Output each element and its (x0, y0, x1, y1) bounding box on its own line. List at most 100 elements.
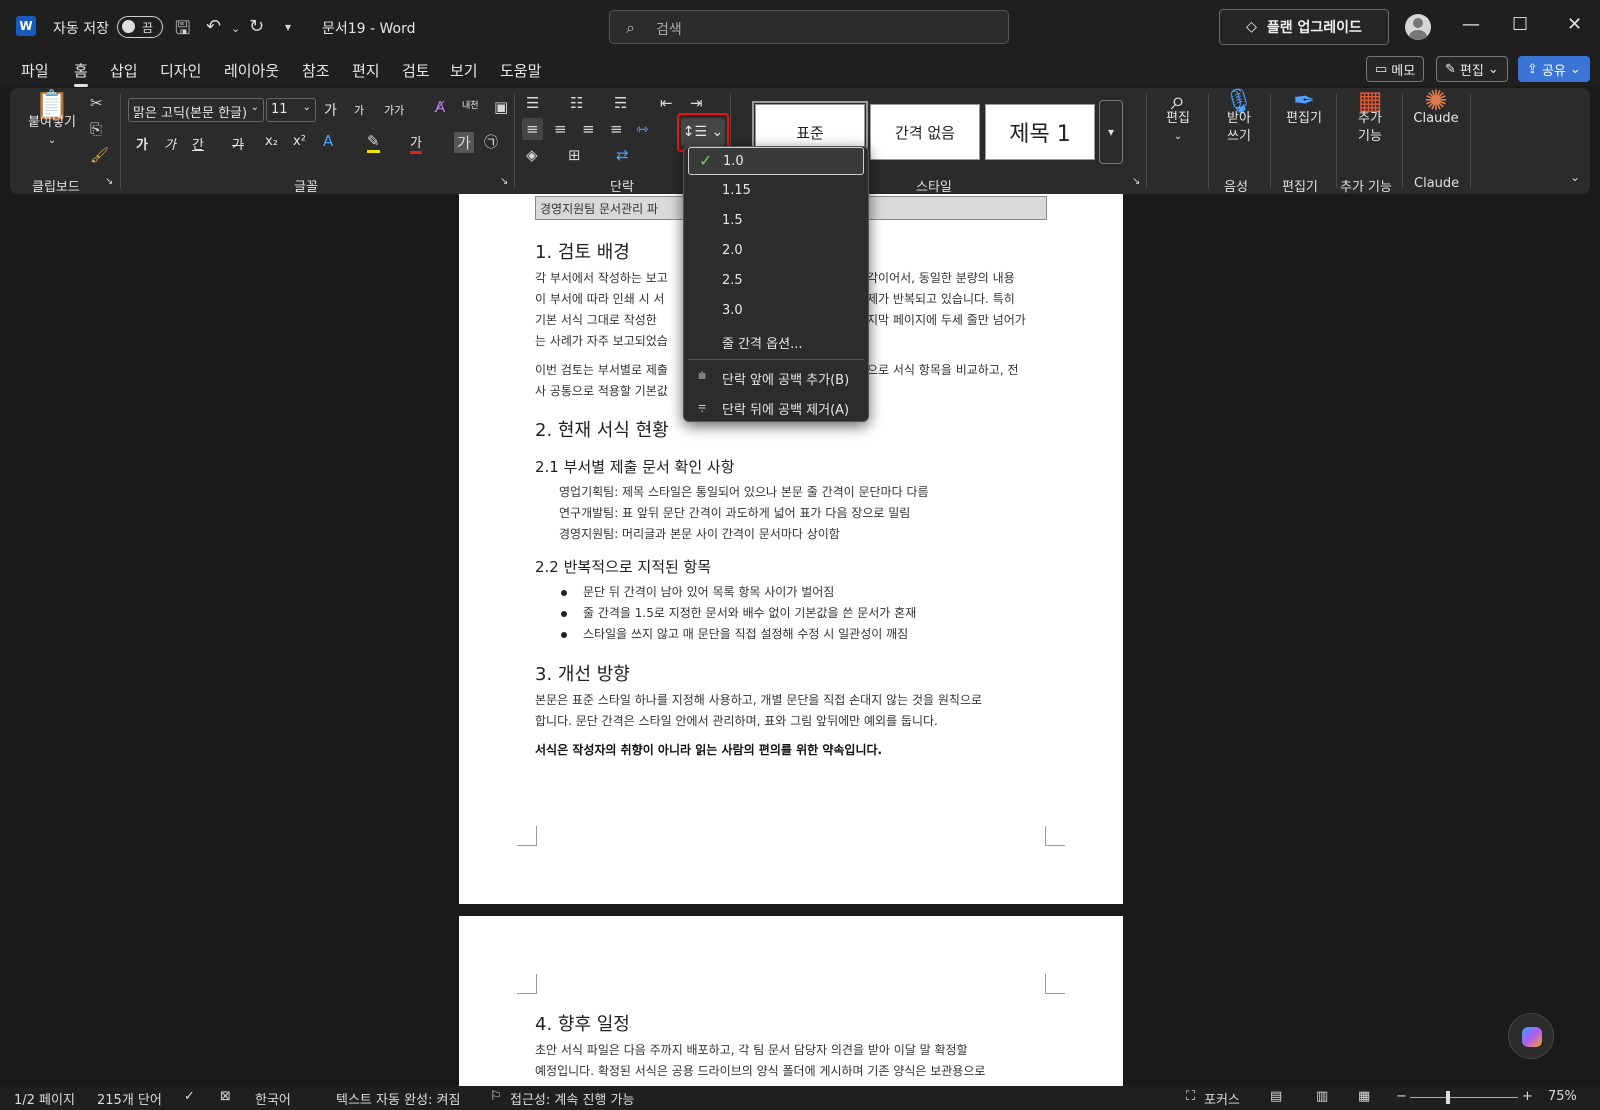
tab-view[interactable]: 보기 (450, 60, 478, 81)
editor-button[interactable]: ✒ 편집기 (1276, 88, 1332, 128)
document-page-2[interactable]: 4. 향후 일정 초안 서식 파일은 다음 주까지 배포하고, 각 팀 문서 담… (459, 916, 1123, 1086)
read-mode-icon[interactable]: ▤ (1270, 1089, 1282, 1104)
strikethrough-button[interactable]: 가 (232, 134, 244, 153)
subscript-button[interactable]: x₂ (265, 134, 278, 149)
char-shading-icon[interactable]: 가 (454, 132, 474, 153)
zoom-slider-thumb[interactable] (1446, 1091, 1450, 1104)
align-left-icon[interactable]: ≡ (522, 118, 543, 140)
copilot-button[interactable] (1508, 1013, 1554, 1059)
zoom-slider-track[interactable] (1410, 1097, 1518, 1098)
word-count[interactable]: 215개 단어 (97, 1089, 162, 1108)
line-spacing-option-1-5[interactable]: 1.5 (688, 207, 864, 235)
addins-button[interactable]: ▦ 추가 기능 (1344, 88, 1396, 146)
undo-icon[interactable]: ↶ (206, 16, 221, 37)
comments-button[interactable]: ▭ 메모 (1366, 56, 1425, 82)
focus-mode[interactable]: 포커스 (1204, 1089, 1240, 1108)
line-spacing-option-3-0[interactable]: 3.0 (688, 297, 864, 325)
copy-icon[interactable]: ⎘ (90, 120, 102, 138)
accessibility-status[interactable]: 접근성: 계속 진행 가능 (510, 1089, 634, 1108)
tab-mailings[interactable]: 편지 (352, 60, 380, 81)
shading-icon[interactable]: ◈ (526, 146, 538, 164)
bullets-icon[interactable]: ☰ (526, 94, 539, 112)
autosave-toggle[interactable]: 끔 (117, 16, 163, 38)
highlight-color-icon[interactable]: ✎ (367, 132, 380, 153)
print-layout-icon[interactable]: ▥ (1316, 1089, 1328, 1104)
font-color-button[interactable]: 가 (410, 132, 422, 154)
paste-button[interactable]: 📋 붙여넣기 ⌄ (24, 91, 80, 150)
line-spacing-option-1-0[interactable]: ✓ 1.0 (688, 147, 864, 175)
superscript-button[interactable]: x² (293, 134, 306, 149)
dialog-launcher-icon[interactable]: ↘ (500, 176, 508, 187)
line-spacing-option-2-0[interactable]: 2.0 (688, 237, 864, 265)
increase-indent-icon[interactable]: ⇥ (690, 94, 703, 112)
underline-button[interactable]: 간 (192, 134, 204, 153)
editing-mode-button[interactable]: ✎ 편집 ⌄ (1436, 56, 1508, 82)
claude-button[interactable]: ✺ Claude (1408, 87, 1464, 128)
zoom-in-button[interactable]: + (1522, 1089, 1533, 1104)
line-spacing-option-2-5[interactable]: 2.5 (688, 267, 864, 295)
zoom-out-button[interactable]: − (1396, 1089, 1407, 1104)
redo-icon[interactable]: ↻ (249, 16, 264, 37)
text-effects-icon[interactable]: A (323, 132, 333, 150)
cut-icon[interactable]: ✂ (90, 94, 103, 112)
tab-layout[interactable]: 레이아웃 (224, 60, 279, 81)
add-space-before-item[interactable]: ⩧ 단락 앞에 공백 추가(B) (688, 363, 864, 391)
line-spacing-button[interactable]: ↕☰ ⌄ (681, 118, 725, 146)
collapse-ribbon-icon[interactable]: ⌄ (1570, 170, 1580, 184)
decrease-indent-icon[interactable]: ⇤ (660, 94, 673, 112)
maximize-button[interactable]: ☐ (1512, 14, 1528, 35)
track-changes-icon[interactable]: ⊠ (220, 1089, 231, 1104)
align-right-icon[interactable]: ≡ (582, 120, 595, 138)
remove-space-after-item[interactable]: ⩦ 단락 뒤에 공백 제거(A) (688, 393, 864, 421)
numbering-icon[interactable]: ☷ (570, 94, 583, 112)
customize-toolbar-icon[interactable]: ▾ (285, 20, 291, 34)
justify-icon[interactable]: ≡ (610, 120, 623, 138)
minimize-button[interactable]: — (1462, 14, 1480, 35)
italic-button[interactable]: 가 (164, 134, 176, 153)
font-name-select[interactable]: 맑은 고딕(본문 한글) ⌄ (128, 98, 264, 122)
dictate-button[interactable]: 🎙 받아 쓰기 (1214, 89, 1264, 146)
borders-icon[interactable]: ⊞ (568, 146, 581, 164)
proofing-icon[interactable]: ✓ (184, 1089, 195, 1104)
tab-references[interactable]: 참조 (302, 60, 330, 81)
change-case-button[interactable]: 가가 (384, 102, 404, 118)
dialog-launcher-icon[interactable]: ↘ (1132, 176, 1140, 187)
search-box[interactable]: ⌕ 검색 (609, 10, 1009, 44)
ruby-button[interactable]: 내천 (462, 98, 479, 111)
dialog-launcher-icon[interactable]: ↘ (105, 176, 113, 187)
align-center-icon[interactable]: ≡ (554, 120, 567, 138)
zoom-level[interactable]: 75% (1548, 1089, 1577, 1104)
clear-formatting-icon[interactable]: A̸ (435, 98, 445, 116)
close-button[interactable]: ✕ (1567, 14, 1582, 35)
enclose-characters-button[interactable]: ㉠ (484, 132, 498, 152)
line-spacing-option-1-15[interactable]: 1.15 (688, 177, 864, 205)
find-button[interactable]: ⌕ 편집 ⌄ (1156, 88, 1200, 146)
save-icon[interactable]: 🖫 (175, 16, 190, 46)
account-avatar[interactable] (1405, 14, 1431, 40)
tab-home[interactable]: 홈 (74, 60, 88, 87)
tab-insert[interactable]: 삽입 (110, 60, 138, 81)
style-heading-1[interactable]: 제목 1 (985, 104, 1095, 160)
web-layout-icon[interactable]: ▦ (1358, 1089, 1370, 1104)
tab-file[interactable]: 파일 (21, 60, 49, 81)
upgrade-plan-button[interactable]: ◇ 플랜 업그레이드 (1219, 9, 1389, 45)
format-painter-icon[interactable]: 🖌 (90, 146, 109, 164)
shrink-font-button[interactable]: 가 (354, 102, 364, 118)
tab-help[interactable]: 도움말 (500, 60, 541, 81)
page-count[interactable]: 1/2 페이지 (14, 1089, 75, 1108)
text-predictions[interactable]: 텍스트 자동 완성: 켜짐 (336, 1089, 460, 1108)
grow-font-button[interactable]: 가 (324, 100, 337, 120)
tab-review[interactable]: 검토 (402, 60, 430, 81)
text-direction-icon[interactable]: ⇄ (616, 146, 629, 164)
distributed-icon[interactable]: ⇿ (636, 120, 649, 138)
line-spacing-options-item[interactable]: 줄 간격 옵션... (688, 327, 864, 355)
language[interactable]: 한국어 (255, 1089, 291, 1108)
style-no-spacing[interactable]: 간격 없음 (870, 104, 980, 160)
share-button[interactable]: ⇪ 공유 ⌄ (1518, 56, 1590, 82)
multilevel-list-icon[interactable]: ☴ (614, 94, 627, 112)
font-size-select[interactable]: 11 ⌄ (266, 98, 316, 122)
styles-more-button[interactable]: ▾ (1099, 100, 1123, 164)
undo-dropdown-icon[interactable]: ⌄ (231, 22, 240, 35)
char-border-icon[interactable]: ▣ (494, 98, 508, 116)
bold-button[interactable]: 가 (136, 134, 148, 153)
